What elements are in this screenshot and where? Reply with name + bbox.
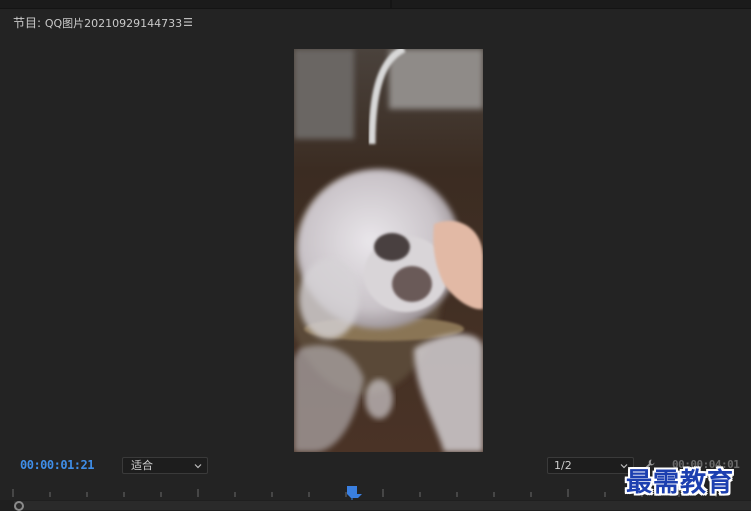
panel-title[interactable]: 节目: QQ图片20210929144733: [13, 14, 182, 31]
fit-zoom-dropdown[interactable]: 适合: [122, 457, 208, 474]
panel-divider[interactable]: [390, 0, 392, 8]
sequence-name: QQ图片20210929144733: [44, 17, 183, 30]
zoom-scroll-handle[interactable]: [14, 501, 24, 511]
chevron-down-icon: [194, 464, 202, 469]
playback-resolution-dropdown[interactable]: 1/2: [547, 457, 634, 474]
current-timecode[interactable]: 00:00:01:21: [20, 458, 94, 472]
watermark-logo: 最需教育: [626, 468, 735, 498]
zoom-scroll-bar[interactable]: [14, 501, 751, 510]
playback-resolution-label: 1/2: [554, 459, 572, 472]
ruler-tick-marks: [12, 489, 717, 497]
video-frame-image: [294, 49, 483, 452]
program-monitor-header: 节目: QQ图片20210929144733: [0, 9, 751, 35]
panel-title-prefix: 节目:: [13, 16, 45, 30]
program-video-frame[interactable]: [294, 49, 483, 452]
fit-zoom-label: 适合: [131, 459, 153, 472]
hamburger-menu-icon[interactable]: [182, 15, 194, 29]
window-top-bar: [0, 0, 751, 9]
playhead-marker-icon: [347, 486, 362, 500]
